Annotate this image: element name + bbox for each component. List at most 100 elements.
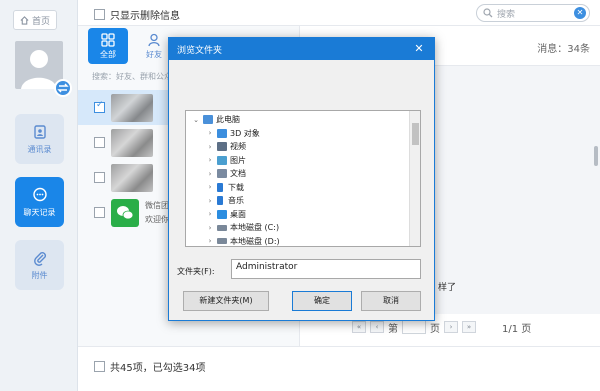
wechat-icon (111, 198, 139, 227)
chevron-right-icon[interactable]: › (206, 224, 214, 232)
tree-item[interactable]: › 桌面 (186, 208, 420, 222)
tree-item-label: 音乐 (228, 196, 244, 206)
prev-page-button[interactable]: ‹ (370, 321, 384, 333)
browse-folder-dialog: 浏览文件夹 ✕ ⌄ 此电脑 › 3D 对象 › 视频 › 图片 › 文档 › 下载 › 音乐 › 桌面 › 本地磁… (168, 37, 435, 321)
search-input[interactable]: 搜索 ✕ (476, 4, 590, 22)
nav-contacts-label: 通讯录 (27, 144, 52, 154)
first-page-button[interactable]: « (352, 321, 366, 333)
tree-item[interactable]: › 3D 对象 (186, 127, 420, 141)
chevron-right-icon[interactable]: › (206, 129, 214, 137)
pc-icon (203, 115, 213, 125)
only-deleted-toggle[interactable]: 只显示删除信息 (94, 7, 180, 22)
folder-icon (217, 142, 227, 152)
tree-item[interactable]: › 音乐 (186, 194, 420, 208)
contact-line2: 欢迎你 (145, 214, 169, 224)
chevron-right-icon[interactable]: › (206, 170, 214, 178)
home-icon (20, 15, 29, 25)
tree-item-label: 3D 对象 (230, 128, 260, 138)
tree-item-label: 图片 (230, 155, 246, 165)
tree-item[interactable]: › 下载 (186, 181, 420, 195)
chat-scrollbar[interactable] (594, 146, 598, 166)
grid-icon (101, 32, 115, 47)
contact-checkbox[interactable] (94, 172, 105, 183)
next-page-button[interactable]: › (444, 321, 458, 333)
chevron-right-icon[interactable]: › (206, 237, 214, 245)
contact-avatar-blurred (111, 163, 153, 192)
tree-item-label: 文档 (230, 169, 246, 179)
tree-scrollbar[interactable] (409, 111, 420, 246)
drive-icon (217, 224, 227, 231)
address-book-icon (33, 124, 46, 139)
nav-contacts[interactable]: 通讯录 (15, 114, 64, 164)
chevron-down-icon[interactable]: ⌄ (192, 116, 200, 124)
dialog-titlebar: 浏览文件夹 (169, 38, 434, 60)
tree-item-label: 本地磁盘 (D:) (230, 236, 280, 246)
nav-attachments[interactable]: 附件 (15, 240, 64, 290)
contact-checkbox[interactable] (94, 137, 105, 148)
dialog-title: 浏览文件夹 (177, 45, 223, 56)
only-deleted-checkbox[interactable] (94, 9, 105, 20)
page-total: 1/1 页 (502, 323, 532, 335)
contact-search-hint: 搜索：好友、群和公众 (92, 72, 172, 81)
tree-item-label: 本地磁盘 (C:) (230, 223, 280, 233)
close-icon[interactable]: ✕ (404, 38, 434, 60)
folder-icon (217, 209, 227, 219)
chevron-right-icon[interactable]: › (206, 156, 214, 164)
tree-item-label: 下载 (228, 182, 244, 192)
folder-icon (217, 128, 227, 138)
nav-attachments-label: 附件 (31, 270, 48, 280)
chevron-right-icon[interactable]: › (206, 143, 214, 151)
last-page-button[interactable]: » (462, 321, 476, 333)
tab-all[interactable]: 全部 (88, 28, 128, 64)
tab-friends-label: 好友 (146, 49, 162, 59)
tab-all-label: 全部 (100, 49, 116, 59)
tree-item-label: 此电脑 (216, 115, 240, 125)
download-icon (217, 182, 223, 192)
chevron-right-icon[interactable]: › (206, 183, 214, 191)
tree-item[interactable]: › 本地磁盘 (C:) (186, 221, 420, 235)
nav-chat-records[interactable]: 聊天记录 (15, 177, 64, 227)
select-all-toggle[interactable]: 共45项，已勾选34项 (94, 359, 205, 374)
tree-item[interactable]: › 图片 (186, 154, 420, 168)
drive-icon (217, 238, 227, 245)
ok-button[interactable]: 确定 (292, 291, 352, 311)
footer: 共45项，已勾选34项 (78, 346, 600, 391)
tree-item[interactable]: › 本地磁盘 (D:) (186, 235, 420, 247)
home-label: 首页 (31, 16, 50, 27)
selection-summary: 共45项，已勾选34项 (110, 363, 206, 374)
new-folder-button[interactable]: 新建文件夹(M) (183, 291, 269, 311)
contact-checkbox[interactable] (94, 207, 105, 218)
contact-checkbox[interactable] (94, 100, 105, 113)
tree-item-label: 桌面 (230, 209, 246, 219)
tree-scroll-thumb[interactable] (412, 123, 419, 145)
folder-tree: ⌄ 此电脑 › 3D 对象 › 视频 › 图片 › 文档 › 下载 › 音乐 › 桌面 › 本地磁盘 (C:) › 本… (185, 110, 421, 247)
chat-bubble-text: 样了 (438, 283, 457, 293)
pager-prefix: 第 (388, 323, 398, 335)
home-button[interactable]: 首页 (13, 10, 57, 30)
contact-avatar-blurred (111, 128, 153, 157)
tree-item-label: 视频 (230, 142, 246, 152)
folder-icon (217, 155, 227, 165)
select-all-checkbox[interactable] (94, 361, 105, 372)
music-icon (217, 196, 223, 206)
search-icon (483, 8, 493, 18)
cancel-button[interactable]: 取消 (361, 291, 421, 311)
clear-search-icon[interactable]: ✕ (574, 7, 586, 19)
folder-input[interactable]: Administrator (231, 259, 421, 279)
filter-tabs: 全部 好友 (88, 26, 174, 66)
contact-name: 微信团 欢迎你 (145, 199, 169, 227)
nav-chat-records-label: 聊天记录 (23, 207, 56, 217)
sidebar: 首页 通讯录 聊天记录 附件 (0, 0, 78, 391)
contact-line1: 微信团 (145, 200, 169, 210)
tree-item[interactable]: ⌄ 此电脑 (186, 113, 420, 127)
chevron-right-icon[interactable]: › (206, 210, 214, 218)
only-deleted-label: 只显示删除信息 (110, 11, 180, 22)
tree-item[interactable]: › 视频 (186, 140, 420, 154)
tree-item[interactable]: › 文档 (186, 167, 420, 181)
page-number-input[interactable] (402, 320, 426, 334)
chevron-right-icon[interactable]: › (206, 197, 214, 205)
folder-icon (217, 169, 227, 179)
person-icon (148, 33, 160, 46)
swap-icon (57, 83, 69, 93)
switch-account-button[interactable] (54, 79, 72, 97)
